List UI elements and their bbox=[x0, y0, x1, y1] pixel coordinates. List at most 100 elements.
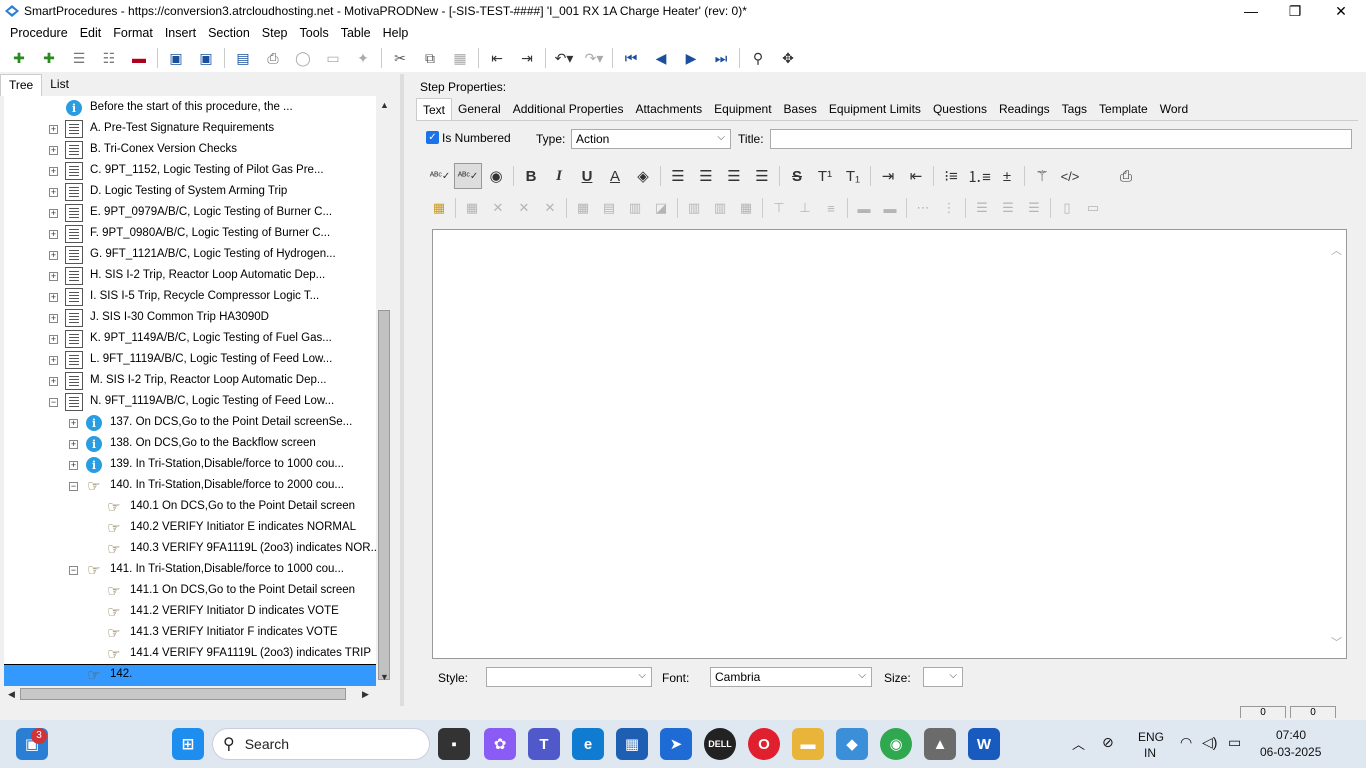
clock-date[interactable]: 06-03-2025 bbox=[1260, 745, 1321, 759]
tree-node[interactable]: + M. SIS I-2 Trip, Reactor Loop Automatic… bbox=[4, 371, 376, 392]
size-select[interactable]: ⌵ bbox=[923, 667, 963, 687]
language-bottom[interactable]: IN bbox=[1144, 746, 1156, 760]
cut-icon[interactable]: ✂ bbox=[385, 45, 415, 71]
tree-node[interactable]: + I. SIS I-5 Trip, Recycle Compressor Log… bbox=[4, 287, 376, 308]
remote-app-icon[interactable]: ▲ bbox=[924, 728, 956, 760]
export-icon[interactable]: ▤ bbox=[228, 45, 258, 71]
tree-node[interactable]: i Before the start of this procedure, the… bbox=[4, 98, 376, 119]
subscript-button[interactable]: T₁ bbox=[839, 163, 867, 189]
tree-node[interactable]: ☞ 142. bbox=[4, 664, 376, 686]
plus-minus-icon[interactable]: ± bbox=[993, 163, 1021, 189]
distribute-rows-icon[interactable]: ≡ bbox=[818, 197, 844, 219]
expand-icon[interactable]: + bbox=[49, 230, 58, 239]
network-status-icon[interactable]: ⊘ bbox=[1102, 734, 1114, 751]
edge-icon[interactable]: e bbox=[572, 728, 604, 760]
scroll-thumb[interactable] bbox=[378, 310, 390, 680]
task-view-icon[interactable]: ▪ bbox=[438, 728, 470, 760]
tree-node[interactable]: ☞ 141.1 On DCS,Go to the Point Detail scr… bbox=[4, 581, 376, 602]
store-icon[interactable]: ▦ bbox=[616, 728, 648, 760]
tab-general[interactable]: General bbox=[452, 98, 507, 120]
collapse-icon[interactable]: − bbox=[69, 566, 78, 575]
expand-icon[interactable]: + bbox=[49, 293, 58, 302]
save-all-icon[interactable]: ▣ bbox=[161, 45, 191, 71]
expand-icon[interactable]: + bbox=[49, 167, 58, 176]
table-style-icon[interactable]: ◪ bbox=[648, 197, 674, 219]
power-automate-icon[interactable]: ➤ bbox=[660, 728, 692, 760]
align-left-icon[interactable]: ☰ bbox=[664, 163, 692, 189]
expand-icon[interactable]: + bbox=[49, 335, 58, 344]
tab-equipment[interactable]: Equipment bbox=[708, 98, 777, 120]
move-icon[interactable]: ✥ bbox=[773, 45, 803, 71]
teams-icon[interactable]: T bbox=[528, 728, 560, 760]
expand-icon[interactable]: + bbox=[49, 188, 58, 197]
first-icon[interactable]: ⏮ bbox=[616, 45, 646, 71]
style-select[interactable]: ⌵ bbox=[486, 667, 652, 687]
smartprocedures-taskbar-icon[interactable]: ◆ bbox=[836, 728, 868, 760]
magic-wand-icon[interactable]: ⚚ bbox=[1028, 163, 1056, 189]
step-text-editor[interactable]: ︿ ﹀ bbox=[432, 229, 1347, 659]
column-properties-icon[interactable]: ▥ bbox=[622, 197, 648, 219]
undo-icon[interactable]: ↶▾ bbox=[549, 45, 579, 71]
tree-node[interactable]: + F. 9PT_0980A/B/C, Logic Testing of Burn… bbox=[4, 224, 376, 245]
cell-align-left-icon[interactable]: ☰ bbox=[969, 197, 995, 219]
scroll-thumb[interactable] bbox=[20, 688, 346, 700]
chrome-icon[interactable]: ◉ bbox=[880, 728, 912, 760]
tree-node[interactable]: ☞ 141.3 VERIFY Initiator F indicates VOTE bbox=[4, 623, 376, 644]
refresh-icon[interactable]: ◯ bbox=[288, 45, 318, 71]
expand-icon[interactable]: + bbox=[69, 461, 78, 470]
tab-tree[interactable]: Tree bbox=[0, 74, 43, 96]
tab-tags[interactable]: Tags bbox=[1056, 98, 1093, 120]
wifi-icon[interactable]: ◠ bbox=[1180, 734, 1192, 751]
taskbar-search[interactable]: ⚲ Search bbox=[212, 728, 430, 760]
underline-button[interactable]: U bbox=[573, 163, 601, 189]
pane-splitter[interactable] bbox=[400, 74, 404, 706]
row-properties-icon[interactable]: ▤ bbox=[596, 197, 622, 219]
tree-node[interactable]: ☞ 141.4 VERIFY 9FA1119L (2oo3) indicates … bbox=[4, 644, 376, 665]
outdent-icon[interactable]: ⇤ bbox=[902, 163, 930, 189]
tab-template[interactable]: Template bbox=[1093, 98, 1154, 120]
clock-time[interactable]: 07:40 bbox=[1276, 728, 1306, 742]
strikethrough-button[interactable]: S bbox=[783, 163, 811, 189]
merge-cells-icon[interactable]: ▬ bbox=[851, 197, 877, 219]
spellcheck-icon[interactable]: ᴬᴮᶜ✓ bbox=[426, 163, 454, 189]
minimize-icon[interactable]: — bbox=[1228, 0, 1274, 22]
font-color-icon[interactable]: A bbox=[601, 163, 629, 189]
insert-table-icon[interactable]: ▦ bbox=[426, 197, 452, 219]
tree-node[interactable]: ☞ 140.3 VERIFY 9FA1119L (2oo3) indicates … bbox=[4, 539, 376, 560]
tree-node[interactable]: ☞ 141.2 VERIFY Initiator D indicates VOTE bbox=[4, 602, 376, 623]
print-icon[interactable]: ⎙ bbox=[1112, 163, 1140, 189]
distribute-columns-icon[interactable]: ▦ bbox=[733, 197, 759, 219]
is-numbered-checkbox[interactable]: ✓ bbox=[426, 131, 439, 144]
tree-node[interactable]: + L. 9FT_1119A/B/C, Logic Testing of Feed… bbox=[4, 350, 376, 371]
spellcheck-as-you-type-icon[interactable]: ᴬᴮᶜ✓ bbox=[454, 163, 482, 189]
tab-word[interactable]: Word bbox=[1154, 98, 1194, 120]
menu-section[interactable]: Section bbox=[202, 26, 256, 40]
wand-icon[interactable]: ✦ bbox=[348, 45, 378, 71]
menu-table[interactable]: Table bbox=[335, 26, 377, 40]
delete-icon[interactable]: ▬ bbox=[124, 45, 154, 71]
last-icon[interactable]: ⏭ bbox=[706, 45, 736, 71]
font-select[interactable]: Cambria ⌵ bbox=[710, 667, 872, 687]
html-source-icon[interactable]: </> bbox=[1056, 163, 1084, 189]
insert-row-below-icon[interactable]: ⊥ bbox=[792, 197, 818, 219]
scroll-up-icon[interactable]: ︿ bbox=[1331, 242, 1342, 258]
tree-node[interactable]: + i 137. On DCS,Go to the Point Detail scr… bbox=[4, 413, 376, 434]
cell-align-right-icon[interactable]: ☰ bbox=[1021, 197, 1047, 219]
scroll-down-icon[interactable]: ﹀ bbox=[1331, 634, 1342, 650]
collapse-icon[interactable]: − bbox=[49, 398, 58, 407]
tree-horizontal-scrollbar[interactable]: ◀ ▶ bbox=[4, 686, 376, 702]
paste-icon[interactable]: ▦ bbox=[445, 45, 475, 71]
tree-node[interactable]: − ☞ 140. In Tri-Station,Disable/force to 2… bbox=[4, 476, 376, 497]
tab-list[interactable]: List bbox=[42, 74, 77, 96]
italic-button[interactable]: I bbox=[545, 163, 573, 189]
tree-node[interactable]: + B. Tri-Conex Version Checks bbox=[4, 140, 376, 161]
redo-icon[interactable]: ↷▾ bbox=[579, 45, 609, 71]
type-select[interactable]: Action ⌵ bbox=[571, 129, 731, 149]
word-icon[interactable]: W bbox=[968, 728, 1000, 760]
dell-icon[interactable]: DELL bbox=[704, 728, 736, 760]
next-icon[interactable]: ▶ bbox=[676, 45, 706, 71]
copilot-icon[interactable]: ✿ bbox=[484, 728, 516, 760]
expand-icon[interactable]: + bbox=[49, 356, 58, 365]
print-icon[interactable]: ⎙ bbox=[258, 45, 288, 71]
copy-icon[interactable]: ⧉ bbox=[415, 45, 445, 71]
